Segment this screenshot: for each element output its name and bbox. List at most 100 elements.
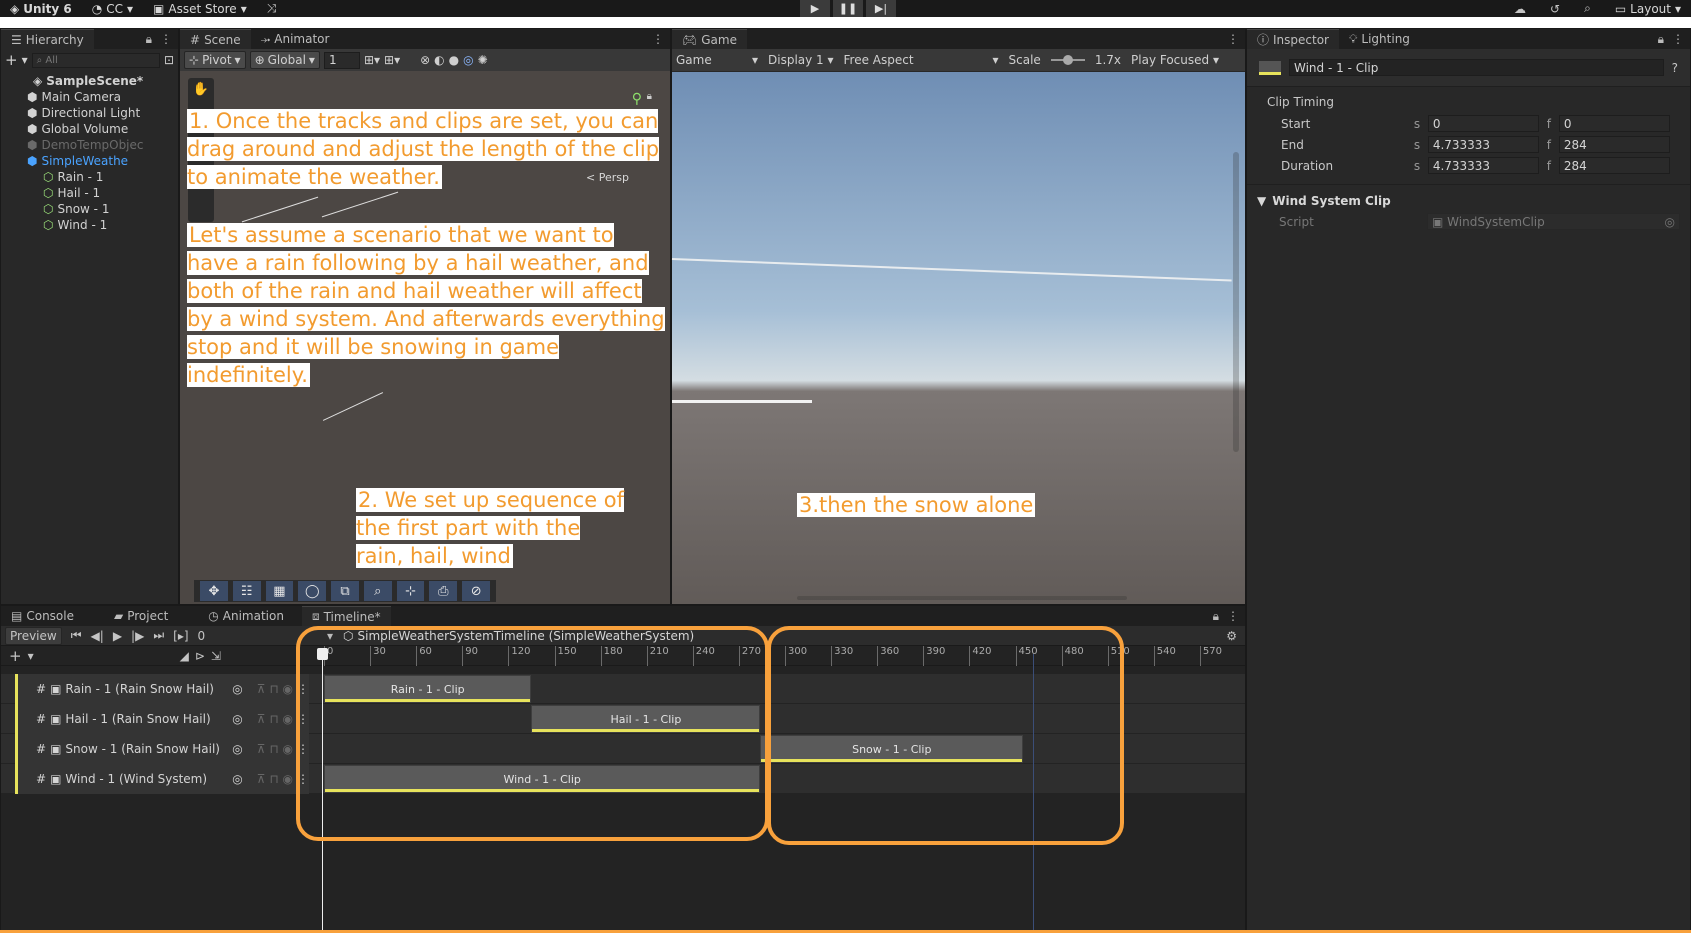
track-options-icon[interactable]: ⊼ ⊓ ◉	[257, 742, 293, 756]
grid-icon[interactable]: ⊞▾	[384, 53, 400, 67]
sphere-tool-icon[interactable]: ◯	[298, 581, 327, 601]
track-header[interactable]: # ▣ Hail - 1 (Rain Snow Hail) ◎ ⊼ ⊓ ◉ ⋮	[15, 703, 309, 734]
edit-mode-icon[interactable]: ◢	[180, 649, 189, 663]
track-header[interactable]: # ▣ Wind - 1 (Wind System) ◎ ⊼ ⊓ ◉ ⋮	[15, 763, 309, 794]
grid-tool-icon[interactable]: ▦	[265, 581, 294, 601]
display-dropdown[interactable]: Display 1 ▾	[768, 53, 834, 67]
global-dropdown[interactable]: ⊕ Global ▾	[249, 51, 320, 69]
chevron-down-icon[interactable]: ▾	[28, 649, 34, 663]
align-tool-icon[interactable]: ☷	[232, 581, 261, 601]
script-field[interactable]: ▣ WindSystemClip ◎	[1427, 213, 1680, 230]
pivot-dropdown[interactable]: ⊹ Pivot ▾	[184, 51, 246, 69]
hierarchy-item[interactable]: ⬡ Rain - 1	[1, 169, 178, 185]
next-frame-icon[interactable]: |▶	[131, 629, 144, 643]
hierarchy-item[interactable]: ⬢ Directional Light	[1, 105, 178, 121]
hierarchy-item[interactable]: ⬢ Global Volume	[1, 121, 178, 137]
hierarchy-item[interactable]: ⬡ Wind - 1	[1, 217, 178, 233]
hand-tool-icon[interactable]: ✋	[188, 78, 214, 102]
zoom-tool-icon[interactable]: ⌕	[363, 581, 392, 601]
scale-slider[interactable]	[1050, 55, 1085, 65]
lock-icon[interactable]: 🔒︎	[1658, 32, 1664, 47]
game-view[interactable]	[671, 72, 1245, 604]
chevron-down-icon[interactable]: ▾	[22, 53, 28, 67]
hierarchy-search-input[interactable]: ⌕ All	[31, 52, 160, 68]
lock-icon[interactable]: 🔒︎	[146, 32, 152, 47]
search-icon[interactable]: ⌕	[1584, 1, 1591, 16]
preview-button[interactable]: Preview	[5, 626, 62, 645]
tab-lighting[interactable]: 💡︎ Lighting	[1339, 29, 1420, 49]
tab-scene[interactable]: # Scene	[180, 29, 251, 49]
tab-game[interactable]: 🎮︎ Game	[672, 29, 747, 49]
object-name-field[interactable]: Wind - 1 - Clip	[1289, 59, 1664, 76]
hierarchy-item[interactable]: ◈ SampleScene*	[1, 73, 178, 89]
scene-gizmo-icon[interactable]: ⚲	[632, 91, 642, 107]
loop-icon[interactable]: [▸]	[173, 629, 188, 643]
camera-tool-icon[interactable]: ⎙	[429, 581, 458, 601]
game-hscrollbar[interactable]	[797, 596, 1127, 600]
component-header[interactable]: ▼ Wind System Clip	[1257, 191, 1680, 211]
lock-icon[interactable]: 🔒︎	[1213, 609, 1219, 624]
add-track-icon[interactable]: +	[9, 647, 22, 665]
kebab-menu-icon[interactable]: ⋮	[160, 32, 172, 46]
track-header[interactable]: # ▣ Rain - 1 (Rain Snow Hail) ◎ ⊼ ⊓ ◉ ⋮	[15, 673, 309, 704]
tab-inspector[interactable]: ⓘ Inspector	[1247, 29, 1339, 49]
compass-tool-icon[interactable]: ⊘	[462, 581, 491, 601]
tab-console[interactable]: ▤ Console	[1, 606, 84, 626]
tab-hierarchy[interactable]: ☰ Hierarchy	[1, 29, 94, 49]
account-dropdown[interactable]: ◔ CC ▾	[92, 2, 133, 16]
move-tool-icon[interactable]: ✥	[200, 581, 228, 601]
seconds-field[interactable]: 4.733333	[1427, 157, 1539, 174]
target-icon[interactable]: ◎	[232, 682, 242, 696]
kebab-menu-icon[interactable]: ⋮	[1227, 609, 1239, 623]
hierarchy-item[interactable]: ⬢ SimpleWeathe	[1, 153, 178, 169]
target-icon[interactable]: ◎	[232, 772, 242, 786]
seconds-field[interactable]: 4.733333	[1427, 136, 1539, 153]
track-header[interactable]: # ▣ Snow - 1 (Rain Snow Hail) ◎ ⊼ ⊓ ◉ ⋮	[15, 733, 309, 764]
play-button[interactable]: ▶	[800, 0, 830, 17]
help-icon[interactable]: ?	[1672, 61, 1678, 75]
gizmo-icon[interactable]: ⊗	[420, 53, 430, 67]
track-options-icon[interactable]: ⊼ ⊓ ◉	[257, 682, 293, 696]
layout-dropdown[interactable]: ▭ Layout ▾	[1615, 2, 1681, 16]
prev-frame-icon[interactable]: ◀|	[91, 629, 104, 643]
hierarchy-item[interactable]: ⬡ Hail - 1	[1, 185, 178, 201]
settings-icon[interactable]: ⚙	[1226, 629, 1237, 643]
seconds-field[interactable]: 0	[1427, 115, 1539, 132]
shading-solid-icon[interactable]: ●	[449, 53, 459, 67]
kebab-menu-icon[interactable]: ⋮	[1227, 32, 1239, 46]
grid-size-input[interactable]: 1	[323, 51, 360, 69]
asset-store-dropdown[interactable]: ▣ Asset Store ▾	[153, 2, 247, 16]
effects-icon[interactable]: ✺	[478, 53, 488, 67]
frame-field[interactable]: 0	[198, 629, 206, 643]
frames-field[interactable]: 284	[1558, 136, 1670, 153]
track-options-icon[interactable]: ⊼ ⊓ ◉	[257, 772, 293, 786]
tab-project[interactable]: ▰ Project	[104, 606, 178, 626]
pivot-tool-icon[interactable]: ⊹	[396, 581, 425, 601]
target-icon[interactable]: ◎	[232, 712, 242, 726]
frames-field[interactable]: 284	[1558, 157, 1670, 174]
track-options-icon[interactable]: ⊼ ⊓ ◉	[257, 712, 293, 726]
shading-active-icon[interactable]: ◎	[463, 53, 473, 67]
frames-field[interactable]: 0	[1558, 115, 1670, 132]
grid-snap-icon[interactable]: ⊞▾	[364, 53, 380, 67]
kebab-menu-icon[interactable]: ⋮	[652, 32, 664, 46]
step-button[interactable]: ▶|	[866, 0, 896, 17]
cloud-icon[interactable]: ☁	[1514, 2, 1526, 16]
tab-timeline[interactable]: ⧈ Timeline*	[301, 606, 391, 626]
play-mode-dropdown[interactable]: Play Focused ▾	[1131, 53, 1219, 67]
first-frame-icon[interactable]: ⏮	[71, 628, 82, 643]
tab-animation[interactable]: ◷ Animation	[198, 606, 294, 626]
layers-tool-icon[interactable]: ⧉	[331, 581, 359, 601]
hierarchy-item[interactable]: ⬢ Main Camera	[1, 89, 178, 105]
lighting-toggle-icon[interactable]: ◐	[434, 53, 444, 67]
history-icon[interactable]: ↺	[1550, 2, 1560, 16]
aspect-dropdown[interactable]: Free Aspect ▾	[844, 53, 999, 67]
pause-button[interactable]: ❚❚	[833, 0, 863, 17]
target-icon[interactable]: ◎	[232, 742, 242, 756]
tab-animator[interactable]: ⤞ Animator	[251, 29, 340, 49]
filter-icon[interactable]: ⊡	[164, 53, 174, 67]
snap-icon[interactable]: ⊳	[195, 649, 205, 663]
version-control-button[interactable]: ⤨	[267, 1, 277, 16]
ripple-icon[interactable]: ⇲	[211, 649, 221, 663]
display-mode-dropdown[interactable]: Game ▾	[676, 53, 758, 67]
